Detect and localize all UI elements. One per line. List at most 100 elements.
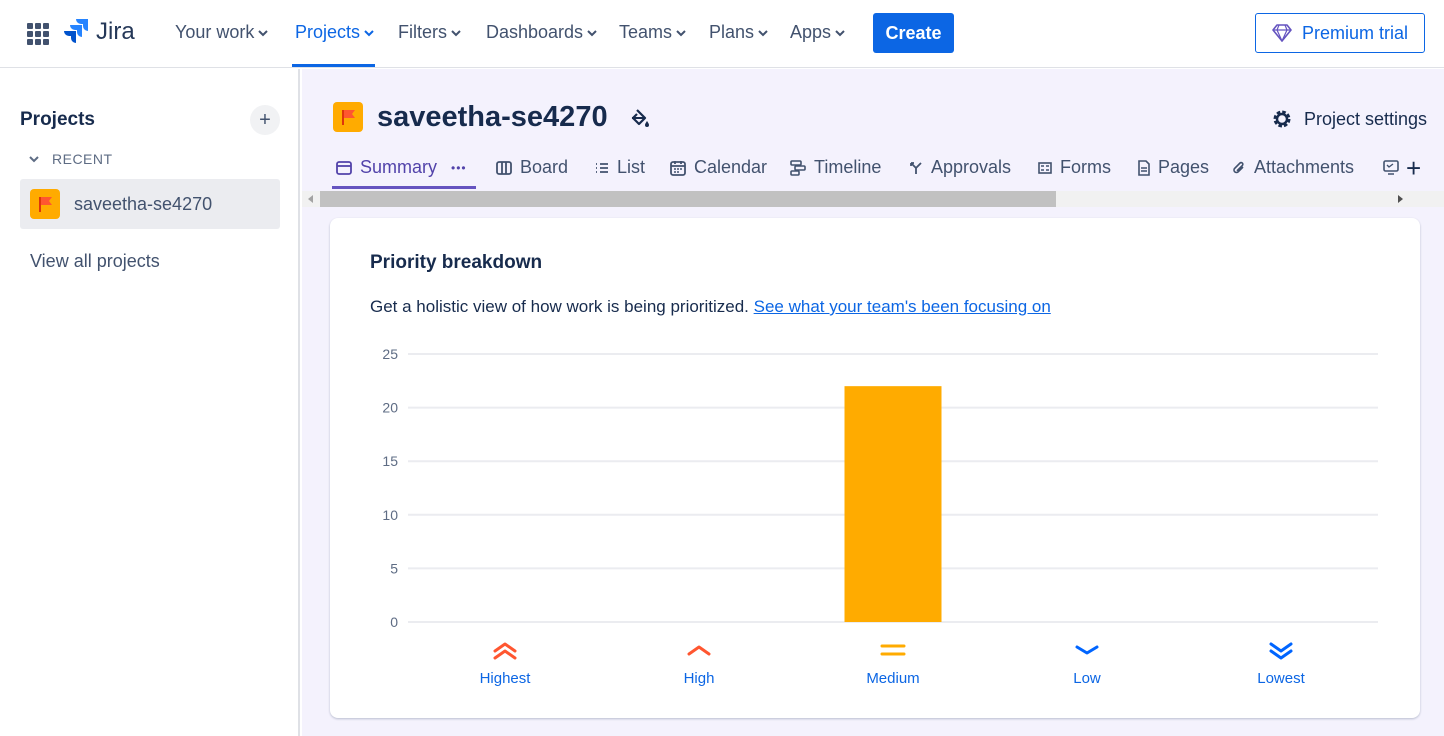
sidebar-project-label: saveetha-se4270 [74,193,213,214]
tab-more-icon[interactable]: ••• [451,161,467,175]
chevron-down-icon [258,29,269,36]
project-avatar [333,102,363,132]
create-button[interactable]: Create [873,13,954,53]
tab-forms-label: Forms [1060,157,1111,177]
low-priority-icon [1075,645,1099,655]
jira-logo[interactable]: Jira [64,18,135,46]
recent-section-toggle[interactable]: RECENT [28,151,113,167]
y-tick-label: 15 [382,453,398,469]
card-description-text: Get a holistic view of how work is being… [370,297,749,316]
nav-filters-label: Filters [398,22,447,42]
list-icon [596,162,608,173]
highest-priority-icon [493,642,517,660]
add-tab-button[interactable]: + [1406,153,1421,184]
gear-icon [1273,110,1291,128]
premium-trial-label: Premium trial [1301,22,1408,43]
tab-list[interactable]: List [595,157,645,178]
scroll-right-arrow-icon[interactable] [1398,195,1403,203]
premium-trial-button[interactable]: Premium trial [1255,13,1425,53]
paint-bucket-icon[interactable] [628,107,652,131]
forms-icon [1038,161,1052,174]
nav-projects[interactable]: Projects [295,22,374,43]
y-tick-label: 0 [390,614,398,630]
main-content: saveetha-se4270 Project settings Summary… [302,69,1444,736]
tab-pages-label: Pages [1158,157,1210,177]
more-tab-icon[interactable] [1383,159,1399,175]
nav-dashboards[interactable]: Dashboards [486,22,597,43]
nav-apps[interactable]: Apps [790,22,845,43]
category-label-lowest[interactable]: Lowest [1257,670,1305,687]
tab-list-label: List [617,157,646,177]
tab-calendar[interactable]: Calendar [670,157,767,178]
approvals-icon [910,161,922,174]
view-all-projects-link[interactable]: View all projects [30,251,160,272]
tab-active-indicator [332,186,476,189]
y-tick-label: 25 [382,346,398,362]
add-project-button[interactable]: + [250,105,280,135]
nav-teams-label: Teams [619,22,673,42]
tab-pages[interactable]: Pages [1138,157,1209,178]
sidebar-item-project[interactable]: saveetha-se4270 [20,179,280,229]
nav-projects-label: Projects [295,22,361,42]
nav-active-indicator [292,64,375,67]
pages-icon [1138,159,1150,176]
flag-icon [39,197,52,212]
tab-board-label: Board [520,157,569,177]
tab-attachments-label: Attachments [1254,157,1355,177]
sidebar: Projects + RECENT saveetha-se4270 View a… [0,69,300,736]
scroll-left-arrow-icon[interactable] [308,195,313,203]
chevron-down-icon [758,29,768,36]
category-label-low[interactable]: Low [1073,670,1101,687]
nav-plans-label: Plans [709,22,755,42]
timeline-icon [790,159,806,176]
attachments-icon [1233,161,1244,173]
chevron-down-icon [587,29,597,36]
tab-approvals-label: Approvals [931,157,1012,177]
scrollbar-thumb[interactable] [320,191,1056,207]
category-label-highest[interactable]: Highest [480,670,532,687]
focus-link[interactable]: See what your team's been focusing on [754,297,1051,316]
nav-filters[interactable]: Filters [398,22,461,43]
chevron-down-icon [676,29,686,36]
priority-chart: 0 5 10 15 20 25 Highest High Medium Low Lowest [382,346,1378,687]
tab-board[interactable]: Board [496,157,568,178]
page-title: saveetha-se4270 [377,101,608,133]
project-settings-label: Project settings [1304,108,1428,129]
tab-approvals[interactable]: Approvals [909,157,1011,178]
nav-teams[interactable]: Teams [619,22,686,43]
summary-icon [336,160,352,175]
tab-timeline-label: Timeline [814,157,882,177]
nav-your-work[interactable]: Your work [175,22,269,43]
nav-dashboards-label: Dashboards [486,22,584,42]
y-tick-label: 10 [382,507,398,523]
project-settings-button[interactable]: Project settings [1270,107,1427,131]
priority-breakdown-card: Priority breakdown Get a holistic view o… [330,218,1420,718]
y-tick-label: 20 [382,400,398,416]
nav-your-work-label: Your work [175,22,255,42]
category-label-high[interactable]: High [684,670,715,687]
app-switcher-icon[interactable] [27,23,49,45]
chevron-down-icon [364,29,374,36]
sidebar-title: Projects [20,109,95,130]
tab-forms[interactable]: Forms [1038,157,1111,178]
calendar-icon [670,160,686,176]
tab-timeline[interactable]: Timeline [790,157,881,178]
bar-medium[interactable] [844,386,942,622]
nav-plans[interactable]: Plans [709,22,768,43]
recent-label: RECENT [52,151,113,167]
tab-calendar-label: Calendar [694,157,768,177]
tabs-scrollbar[interactable] [302,191,1444,207]
card-description: Get a holistic view of how work is being… [370,297,1051,317]
tab-summary-label: Summary [360,157,438,177]
board-icon [496,160,512,175]
category-label-medium[interactable]: Medium [866,670,919,687]
medium-priority-icon [880,644,906,656]
project-avatar-icon [30,189,60,219]
tab-attachments[interactable]: Attachments [1232,157,1354,178]
chevron-down-icon [451,29,461,36]
tab-summary[interactable]: Summary ••• [336,157,467,178]
diamond-icon [1272,24,1292,42]
flag-icon [342,110,355,125]
top-navigation: Jira Your work Projects Filters Dashboar… [0,0,1444,68]
jira-logo-icon [64,19,88,43]
